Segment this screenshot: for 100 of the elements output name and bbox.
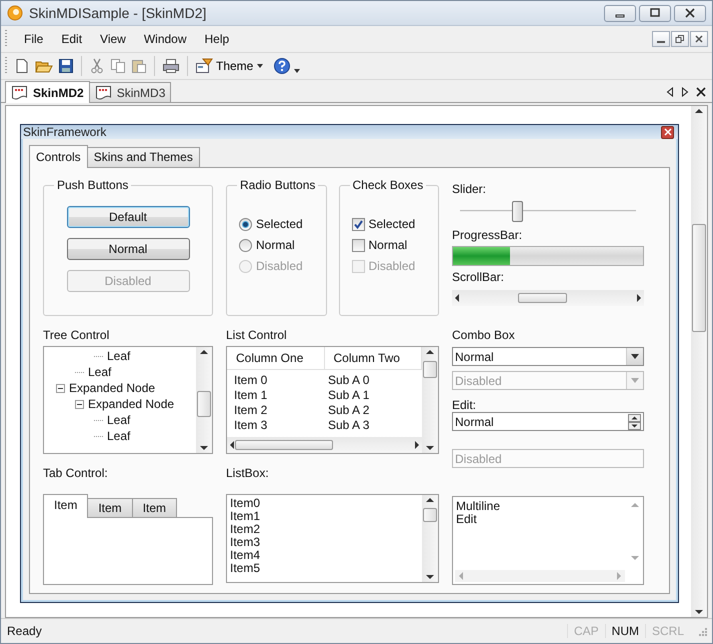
copy-icon[interactable] <box>110 58 126 74</box>
list-item[interactable]: Item0 <box>230 497 419 510</box>
left-arrow-icon[interactable] <box>455 294 459 302</box>
tree-item[interactable]: Leaf <box>107 429 130 443</box>
spin-control[interactable] <box>628 414 641 430</box>
down-arrow-icon[interactable] <box>426 575 434 579</box>
up-arrow-icon[interactable] <box>426 350 434 354</box>
scroll-thumb[interactable] <box>518 293 568 303</box>
group-title: Push Buttons <box>56 178 130 192</box>
document-tab[interactable]: SkinMD2 <box>5 81 90 103</box>
status-indicator: CAP <box>566 624 605 638</box>
expander-icon[interactable] <box>56 384 65 392</box>
push-button[interactable]: Default <box>66 206 190 228</box>
close-icon[interactable] <box>696 87 706 97</box>
list-item[interactable]: Item3 <box>230 536 419 549</box>
menu-item[interactable]: File <box>15 32 52 46</box>
scrollbar[interactable] <box>422 347 438 453</box>
table-cell-text: Sub A 2 <box>328 402 370 416</box>
list-label: List Control <box>226 328 288 342</box>
dropdown-arrow-icon <box>631 354 639 359</box>
tree-item[interactable]: Expanded Node <box>69 381 156 395</box>
down-arrow-icon[interactable] <box>200 446 208 450</box>
close-button[interactable] <box>690 31 708 47</box>
list-item[interactable]: Item1 <box>230 510 419 523</box>
scroll-thumb[interactable] <box>235 440 334 450</box>
list-item[interactable]: Item2 <box>230 523 419 536</box>
tree-item[interactable]: Expanded Node <box>88 397 174 411</box>
close-button[interactable] <box>661 126 674 138</box>
checkbox-label: Selected <box>368 217 416 231</box>
scissors-icon[interactable] <box>89 58 105 74</box>
scroll-thumb[interactable] <box>692 224 706 332</box>
dropdown-arrow-icon <box>631 378 639 383</box>
restore-button[interactable] <box>671 31 689 47</box>
left-arrow-icon[interactable] <box>666 87 674 97</box>
listbox-label: ListBox: <box>226 466 270 480</box>
combo-label: Combo Box <box>452 328 516 342</box>
radio-label: Normal <box>256 238 295 252</box>
tab[interactable]: Item <box>132 498 178 517</box>
close-icon <box>694 34 704 44</box>
close-button[interactable] <box>674 4 706 22</box>
window-title: SkinMDISample - [SkinMD2] <box>29 5 208 21</box>
tab[interactable]: Item <box>87 498 133 517</box>
scroll-thumb[interactable] <box>197 391 211 418</box>
up-arrow-icon[interactable] <box>426 498 434 502</box>
radio-button[interactable] <box>239 218 252 230</box>
new-document-icon[interactable] <box>14 58 30 74</box>
resize-grip-icon[interactable] <box>696 625 708 637</box>
status-text: Ready <box>7 624 43 638</box>
up-arrow-icon[interactable] <box>200 350 208 354</box>
down-arrow-icon[interactable] <box>426 446 434 450</box>
help-icon[interactable] <box>273 57 292 75</box>
caret-icon <box>256 63 264 69</box>
list-item[interactable]: Item5 <box>230 562 419 575</box>
slider-label: Slider: <box>452 182 488 196</box>
list-item[interactable]: Item4 <box>230 549 419 562</box>
scroll-thumb[interactable] <box>423 508 437 522</box>
menu-item[interactable]: View <box>91 32 135 46</box>
scrollbar[interactable] <box>452 290 644 306</box>
push-button[interactable]: Normal <box>66 238 190 260</box>
save-icon[interactable] <box>58 58 74 74</box>
document-icon <box>11 84 29 100</box>
slider-thumb[interactable] <box>512 201 524 222</box>
theme-button[interactable]: Theme <box>195 58 268 74</box>
scrollbar[interactable] <box>196 347 212 453</box>
radio-button[interactable] <box>239 238 252 252</box>
tree-item[interactable]: Leaf <box>107 413 130 427</box>
scrollbar[interactable] <box>227 437 422 453</box>
minimize-icon <box>615 14 625 18</box>
scrollbar[interactable] <box>422 495 438 582</box>
checkbox[interactable] <box>352 218 364 230</box>
minimize-button[interactable] <box>604 4 636 22</box>
input-field[interactable]: Normal <box>452 412 644 431</box>
maximize-button[interactable] <box>639 4 671 22</box>
menu-item[interactable]: Window <box>134 32 196 46</box>
child-window-title: SkinFramework <box>23 125 106 139</box>
right-arrow-icon[interactable] <box>637 294 641 302</box>
up-arrow-icon[interactable] <box>695 109 703 113</box>
document-icon <box>94 84 113 100</box>
document-tab[interactable]: SkinMD3 <box>88 82 172 102</box>
checkbox[interactable] <box>352 238 364 252</box>
tab[interactable]: Item <box>43 494 88 518</box>
tree-item[interactable]: Leaf <box>107 349 130 363</box>
menu-item[interactable]: Edit <box>52 32 92 46</box>
scroll-thumb[interactable] <box>423 361 437 378</box>
close-icon <box>684 8 696 18</box>
tab[interactable]: Skins and Themes <box>86 147 200 167</box>
caret-icon[interactable] <box>293 68 302 74</box>
printer-icon[interactable] <box>162 58 180 74</box>
down-arrow-icon[interactable] <box>695 610 703 614</box>
expander-icon[interactable] <box>75 400 84 408</box>
right-arrow-icon[interactable] <box>681 87 689 97</box>
column-header[interactable]: Column One <box>227 347 324 369</box>
menu-item[interactable]: Help <box>196 32 238 46</box>
scrollbar[interactable] <box>691 106 707 617</box>
paste-icon[interactable] <box>131 58 147 74</box>
tab[interactable]: Controls <box>29 145 88 168</box>
tree-item[interactable]: Leaf <box>88 365 112 379</box>
progress-label: ProgressBar: <box>452 228 524 242</box>
minimize-button[interactable] <box>652 31 670 47</box>
combo-box[interactable]: Normal <box>452 347 644 366</box>
